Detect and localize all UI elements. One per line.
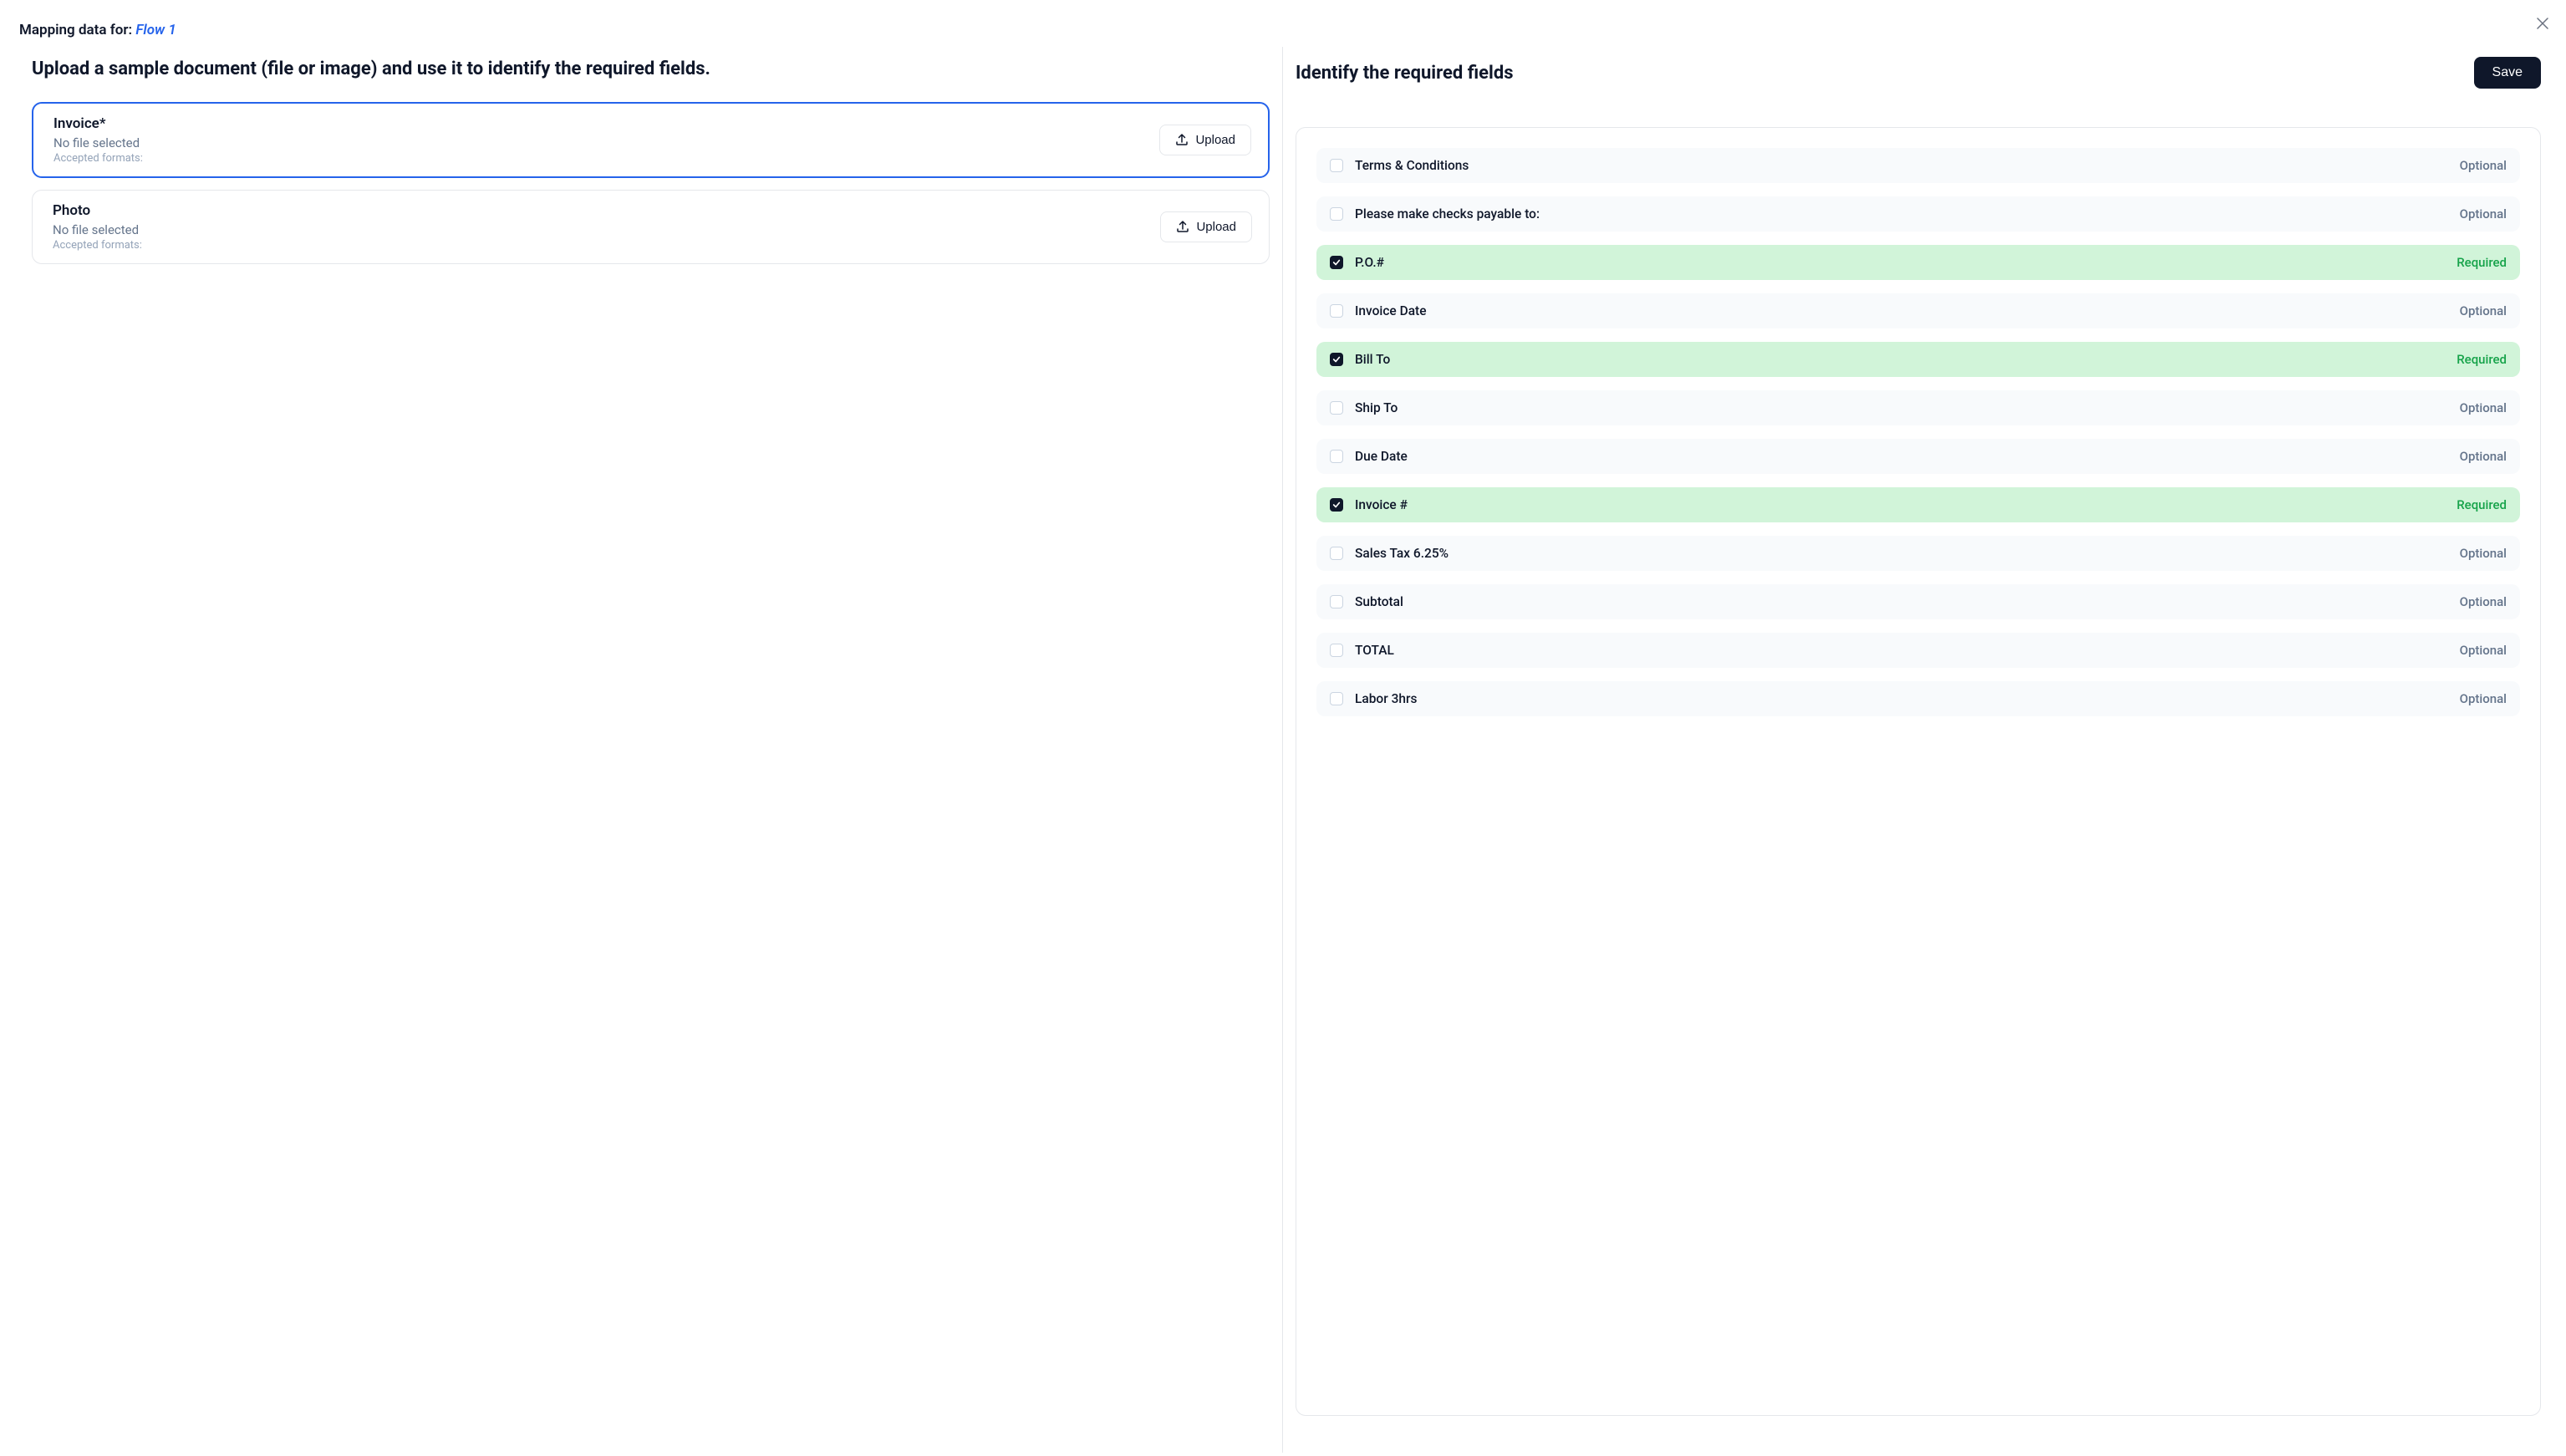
- upload-icon: [1175, 133, 1189, 146]
- upload-button-label: Upload: [1196, 220, 1236, 234]
- close-button[interactable]: [2534, 15, 2551, 32]
- field-row: P.O.# Required: [1316, 245, 2520, 280]
- content-container: Upload a sample document (file or image)…: [0, 47, 2566, 1453]
- field-row: Please make checks payable to: Optional: [1316, 196, 2520, 232]
- field-checkbox[interactable]: [1330, 644, 1343, 657]
- header-prefix: Mapping data for:: [19, 22, 135, 38]
- field-status: Optional: [2460, 643, 2507, 658]
- field-checkbox[interactable]: [1330, 159, 1343, 172]
- upload-title: Photo: [53, 202, 142, 219]
- field-left: Due Date: [1330, 449, 1408, 464]
- field-status: Optional: [2460, 400, 2507, 415]
- upload-button[interactable]: Upload: [1160, 211, 1252, 242]
- field-status: Optional: [2460, 158, 2507, 173]
- field-left: Terms & Conditions: [1330, 158, 1469, 173]
- check-icon: [1332, 501, 1341, 509]
- field-status: Optional: [2460, 206, 2507, 221]
- fields-heading: Identify the required fields: [1296, 63, 1514, 84]
- field-name: Invoice Date: [1355, 303, 1427, 318]
- field-name: Terms & Conditions: [1355, 158, 1469, 173]
- uploads-container: Invoice* No file selected Accepted formats…: [32, 102, 1270, 264]
- upload-formats: Accepted formats:: [53, 239, 142, 252]
- field-name: TOTAL: [1355, 643, 1394, 658]
- modal-header: Mapping data for: Flow 1: [0, 0, 2566, 38]
- field-status: Optional: [2460, 449, 2507, 464]
- field-left: Please make checks payable to:: [1330, 206, 1540, 221]
- field-checkbox[interactable]: [1330, 207, 1343, 221]
- field-name: Sales Tax 6.25%: [1355, 546, 1448, 561]
- field-checkbox[interactable]: [1330, 353, 1343, 366]
- field-checkbox[interactable]: [1330, 256, 1343, 269]
- upload-subtitle: No file selected: [53, 135, 143, 150]
- upload-button[interactable]: Upload: [1159, 125, 1251, 155]
- field-left: P.O.#: [1330, 255, 1384, 270]
- check-icon: [1332, 355, 1341, 364]
- save-button[interactable]: Save: [2474, 57, 2541, 89]
- field-name: Please make checks payable to:: [1355, 206, 1540, 221]
- field-status: Optional: [2460, 303, 2507, 318]
- field-row: Sales Tax 6.25% Optional: [1316, 536, 2520, 571]
- upload-button-label: Upload: [1195, 133, 1235, 147]
- field-row: Ship To Optional: [1316, 390, 2520, 425]
- right-header: Identify the required fields Save: [1296, 57, 2541, 89]
- field-status: Optional: [2460, 546, 2507, 561]
- field-name: Ship To: [1355, 400, 1398, 415]
- field-left: Bill To: [1330, 352, 1390, 367]
- field-left: Sales Tax 6.25%: [1330, 546, 1448, 561]
- upload-card-info: Invoice* No file selected Accepted formats…: [53, 115, 143, 165]
- upload-card[interactable]: Invoice* No file selected Accepted formats…: [32, 102, 1270, 178]
- field-status: Optional: [2460, 594, 2507, 609]
- field-row: Invoice Date Optional: [1316, 293, 2520, 328]
- field-row: Bill To Required: [1316, 342, 2520, 377]
- upload-formats: Accepted formats:: [53, 152, 143, 165]
- right-panel: Identify the required fields Save Terms …: [1283, 47, 2566, 1453]
- field-left: TOTAL: [1330, 643, 1394, 658]
- field-row: TOTAL Optional: [1316, 633, 2520, 668]
- field-status: Required: [2457, 352, 2507, 367]
- upload-icon: [1176, 220, 1189, 233]
- close-icon: [2537, 18, 2548, 29]
- upload-title: Invoice*: [53, 115, 143, 132]
- field-checkbox[interactable]: [1330, 692, 1343, 705]
- upload-subtitle: No file selected: [53, 222, 142, 237]
- field-row: Due Date Optional: [1316, 439, 2520, 474]
- field-checkbox[interactable]: [1330, 595, 1343, 608]
- field-name: Invoice #: [1355, 497, 1408, 512]
- upload-heading: Upload a sample document (file or image)…: [32, 57, 1270, 82]
- fields-list: Terms & ConditionsOptionalPlease make ch…: [1316, 148, 2520, 716]
- field-left: Invoice #: [1330, 497, 1408, 512]
- field-row: Subtotal Optional: [1316, 584, 2520, 619]
- field-left: Subtotal: [1330, 594, 1403, 609]
- left-panel: Upload a sample document (file or image)…: [0, 47, 1283, 1453]
- fields-container: Terms & ConditionsOptionalPlease make ch…: [1296, 127, 2541, 1416]
- field-name: Bill To: [1355, 352, 1390, 367]
- field-name: P.O.#: [1355, 255, 1384, 270]
- field-left: Ship To: [1330, 400, 1398, 415]
- mapping-modal: Mapping data for: Flow 1 Upload a sample…: [0, 0, 2566, 1456]
- field-checkbox[interactable]: [1330, 401, 1343, 415]
- field-left: Invoice Date: [1330, 303, 1427, 318]
- field-status: Required: [2457, 497, 2507, 512]
- field-name: Due Date: [1355, 449, 1408, 464]
- field-name: Labor 3hrs: [1355, 691, 1417, 706]
- field-status: Required: [2457, 255, 2507, 270]
- check-icon: [1332, 258, 1341, 267]
- field-left: Labor 3hrs: [1330, 691, 1417, 706]
- upload-card-info: Photo No file selected Accepted formats:: [53, 202, 142, 252]
- field-checkbox[interactable]: [1330, 498, 1343, 512]
- field-checkbox[interactable]: [1330, 304, 1343, 318]
- field-row: Labor 3hrs Optional: [1316, 681, 2520, 716]
- field-checkbox[interactable]: [1330, 547, 1343, 560]
- field-row: Invoice # Required: [1316, 487, 2520, 522]
- field-status: Optional: [2460, 691, 2507, 706]
- field-name: Subtotal: [1355, 594, 1403, 609]
- field-row: Terms & Conditions Optional: [1316, 148, 2520, 183]
- flow-link[interactable]: Flow 1: [135, 22, 176, 38]
- field-checkbox[interactable]: [1330, 450, 1343, 463]
- upload-card[interactable]: Photo No file selected Accepted formats: Up…: [32, 190, 1270, 264]
